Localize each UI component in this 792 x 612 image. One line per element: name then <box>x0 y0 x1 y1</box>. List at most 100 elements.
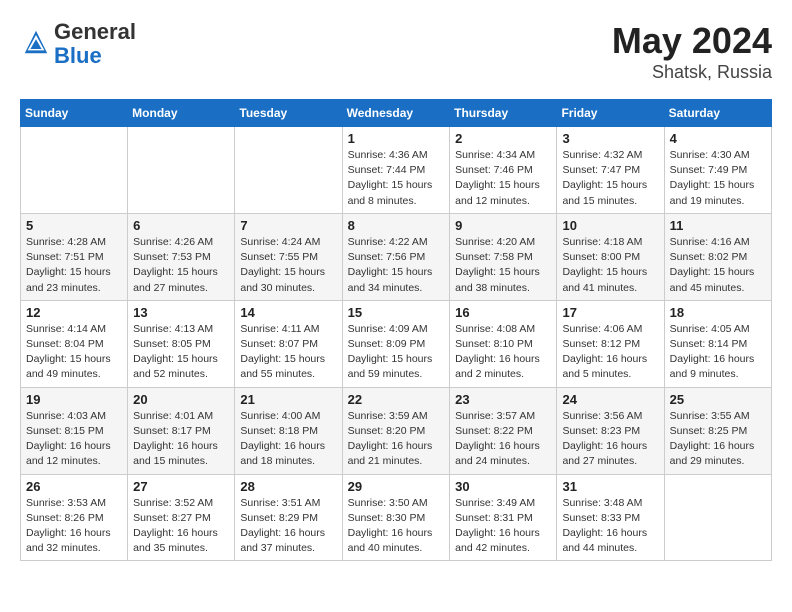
calendar-cell: 3 Sunrise: 4:32 AM Sunset: 7:47 PM Daylig… <box>557 127 664 214</box>
day-number: 8 <box>348 218 445 233</box>
day-number: 5 <box>26 218 122 233</box>
logo-icon <box>22 28 50 56</box>
calendar-cell <box>128 127 235 214</box>
day-number: 15 <box>348 305 445 320</box>
day-number: 31 <box>562 479 658 494</box>
day-number: 28 <box>240 479 336 494</box>
calendar-cell: 11Sunrise: 4:16 AM Sunset: 8:02 PM Dayli… <box>664 213 771 300</box>
day-number: 22 <box>348 392 445 407</box>
day-number: 1 <box>348 131 445 146</box>
page-header: General Blue May 2024 Shatsk, Russia <box>20 20 772 83</box>
day-number: 7 <box>240 218 336 233</box>
calendar-week-row: 19 Sunrise: 4:03 AM Sunset: 8:15 PM Dayli… <box>21 387 772 474</box>
weekday-header-sunday: Sunday <box>21 100 128 127</box>
calendar-cell: 20Sunrise: 4:01 AM Sunset: 8:17 PM Dayli… <box>128 387 235 474</box>
calendar-cell: 5 Sunrise: 4:28 AM Sunset: 7:51 PM Daylig… <box>21 213 128 300</box>
calendar-cell: 8 Sunrise: 4:22 AM Sunset: 7:56 PM Daylig… <box>342 213 450 300</box>
title-block: May 2024 Shatsk, Russia <box>612 20 772 83</box>
day-info: Sunrise: 4:18 AM Sunset: 8:00 PM Dayligh… <box>562 235 658 296</box>
calendar-cell: 22 Sunrise: 3:59 AM Sunset: 8:20 PM Dayli… <box>342 387 450 474</box>
day-number: 23 <box>455 392 551 407</box>
calendar-location: Shatsk, Russia <box>612 62 772 83</box>
calendar-cell: 25Sunrise: 3:55 AM Sunset: 8:25 PM Dayli… <box>664 387 771 474</box>
day-number: 21 <box>240 392 336 407</box>
logo-general-text: General <box>54 19 136 44</box>
calendar-cell: 19 Sunrise: 4:03 AM Sunset: 8:15 PM Dayli… <box>21 387 128 474</box>
calendar-cell: 2Sunrise: 4:34 AM Sunset: 7:46 PM Daylig… <box>450 127 557 214</box>
day-info: Sunrise: 4:26 AM Sunset: 7:53 PM Dayligh… <box>133 235 229 296</box>
calendar-cell: 15 Sunrise: 4:09 AM Sunset: 8:09 PM Dayli… <box>342 300 450 387</box>
day-info: Sunrise: 3:48 AM Sunset: 8:33 PM Dayligh… <box>562 496 658 557</box>
day-info: Sunrise: 3:57 AM Sunset: 8:22 PM Dayligh… <box>455 409 551 470</box>
day-info: Sunrise: 4:03 AM Sunset: 8:15 PM Dayligh… <box>26 409 122 470</box>
day-info: Sunrise: 3:50 AM Sunset: 8:30 PM Dayligh… <box>348 496 445 557</box>
calendar-title: May 2024 <box>612 20 772 62</box>
day-info: Sunrise: 3:52 AM Sunset: 8:27 PM Dayligh… <box>133 496 229 557</box>
day-info: Sunrise: 4:22 AM Sunset: 7:56 PM Dayligh… <box>348 235 445 296</box>
day-info: Sunrise: 4:24 AM Sunset: 7:55 PM Dayligh… <box>240 235 336 296</box>
day-number: 20 <box>133 392 229 407</box>
calendar-cell: 31 Sunrise: 3:48 AM Sunset: 8:33 PM Dayli… <box>557 474 664 561</box>
logo-blue-text: Blue <box>54 43 102 68</box>
weekday-header-monday: Monday <box>128 100 235 127</box>
calendar-cell: 17Sunrise: 4:06 AM Sunset: 8:12 PM Dayli… <box>557 300 664 387</box>
day-info: Sunrise: 4:30 AM Sunset: 7:49 PM Dayligh… <box>670 148 766 209</box>
calendar-cell: 23 Sunrise: 3:57 AM Sunset: 8:22 PM Dayli… <box>450 387 557 474</box>
day-info: Sunrise: 4:05 AM Sunset: 8:14 PM Dayligh… <box>670 322 766 383</box>
day-info: Sunrise: 4:28 AM Sunset: 7:51 PM Dayligh… <box>26 235 122 296</box>
day-number: 18 <box>670 305 766 320</box>
day-number: 30 <box>455 479 551 494</box>
calendar-cell: 28 Sunrise: 3:51 AM Sunset: 8:29 PM Dayli… <box>235 474 342 561</box>
calendar-cell <box>235 127 342 214</box>
day-number: 12 <box>26 305 122 320</box>
calendar-week-row: 5 Sunrise: 4:28 AM Sunset: 7:51 PM Daylig… <box>21 213 772 300</box>
day-info: Sunrise: 4:00 AM Sunset: 8:18 PM Dayligh… <box>240 409 336 470</box>
calendar-cell: 24Sunrise: 3:56 AM Sunset: 8:23 PM Dayli… <box>557 387 664 474</box>
calendar-cell: 9 Sunrise: 4:20 AM Sunset: 7:58 PM Daylig… <box>450 213 557 300</box>
day-number: 14 <box>240 305 336 320</box>
day-number: 6 <box>133 218 229 233</box>
calendar-cell: 6 Sunrise: 4:26 AM Sunset: 7:53 PM Daylig… <box>128 213 235 300</box>
day-info: Sunrise: 3:53 AM Sunset: 8:26 PM Dayligh… <box>26 496 122 557</box>
calendar-week-row: 26Sunrise: 3:53 AM Sunset: 8:26 PM Dayli… <box>21 474 772 561</box>
logo: General Blue <box>20 20 136 68</box>
calendar-table: SundayMondayTuesdayWednesdayThursdayFrid… <box>20 99 772 561</box>
day-info: Sunrise: 4:14 AM Sunset: 8:04 PM Dayligh… <box>26 322 122 383</box>
day-info: Sunrise: 4:09 AM Sunset: 8:09 PM Dayligh… <box>348 322 445 383</box>
weekday-header-thursday: Thursday <box>450 100 557 127</box>
day-info: Sunrise: 4:20 AM Sunset: 7:58 PM Dayligh… <box>455 235 551 296</box>
weekday-header-row: SundayMondayTuesdayWednesdayThursdayFrid… <box>21 100 772 127</box>
day-number: 24 <box>562 392 658 407</box>
day-info: Sunrise: 3:55 AM Sunset: 8:25 PM Dayligh… <box>670 409 766 470</box>
day-number: 10 <box>562 218 658 233</box>
calendar-cell: 21 Sunrise: 4:00 AM Sunset: 8:18 PM Dayli… <box>235 387 342 474</box>
day-info: Sunrise: 4:36 AM Sunset: 7:44 PM Dayligh… <box>348 148 445 209</box>
calendar-cell <box>664 474 771 561</box>
calendar-week-row: 12 Sunrise: 4:14 AM Sunset: 8:04 PM Dayli… <box>21 300 772 387</box>
day-info: Sunrise: 3:59 AM Sunset: 8:20 PM Dayligh… <box>348 409 445 470</box>
day-number: 27 <box>133 479 229 494</box>
calendar-cell <box>21 127 128 214</box>
calendar-cell: 14 Sunrise: 4:11 AM Sunset: 8:07 PM Dayli… <box>235 300 342 387</box>
day-info: Sunrise: 4:08 AM Sunset: 8:10 PM Dayligh… <box>455 322 551 383</box>
calendar-cell: 16Sunrise: 4:08 AM Sunset: 8:10 PM Dayli… <box>450 300 557 387</box>
day-number: 19 <box>26 392 122 407</box>
calendar-cell: 18 Sunrise: 4:05 AM Sunset: 8:14 PM Dayli… <box>664 300 771 387</box>
day-info: Sunrise: 4:13 AM Sunset: 8:05 PM Dayligh… <box>133 322 229 383</box>
day-number: 11 <box>670 218 766 233</box>
day-number: 9 <box>455 218 551 233</box>
weekday-header-friday: Friday <box>557 100 664 127</box>
day-number: 3 <box>562 131 658 146</box>
day-number: 17 <box>562 305 658 320</box>
day-info: Sunrise: 4:32 AM Sunset: 7:47 PM Dayligh… <box>562 148 658 209</box>
day-number: 29 <box>348 479 445 494</box>
calendar-cell: 13Sunrise: 4:13 AM Sunset: 8:05 PM Dayli… <box>128 300 235 387</box>
weekday-header-tuesday: Tuesday <box>235 100 342 127</box>
calendar-cell: 27 Sunrise: 3:52 AM Sunset: 8:27 PM Dayli… <box>128 474 235 561</box>
day-info: Sunrise: 4:11 AM Sunset: 8:07 PM Dayligh… <box>240 322 336 383</box>
day-number: 2 <box>455 131 551 146</box>
day-info: Sunrise: 3:51 AM Sunset: 8:29 PM Dayligh… <box>240 496 336 557</box>
calendar-cell: 10 Sunrise: 4:18 AM Sunset: 8:00 PM Dayli… <box>557 213 664 300</box>
calendar-cell: 7 Sunrise: 4:24 AM Sunset: 7:55 PM Daylig… <box>235 213 342 300</box>
weekday-header-wednesday: Wednesday <box>342 100 450 127</box>
